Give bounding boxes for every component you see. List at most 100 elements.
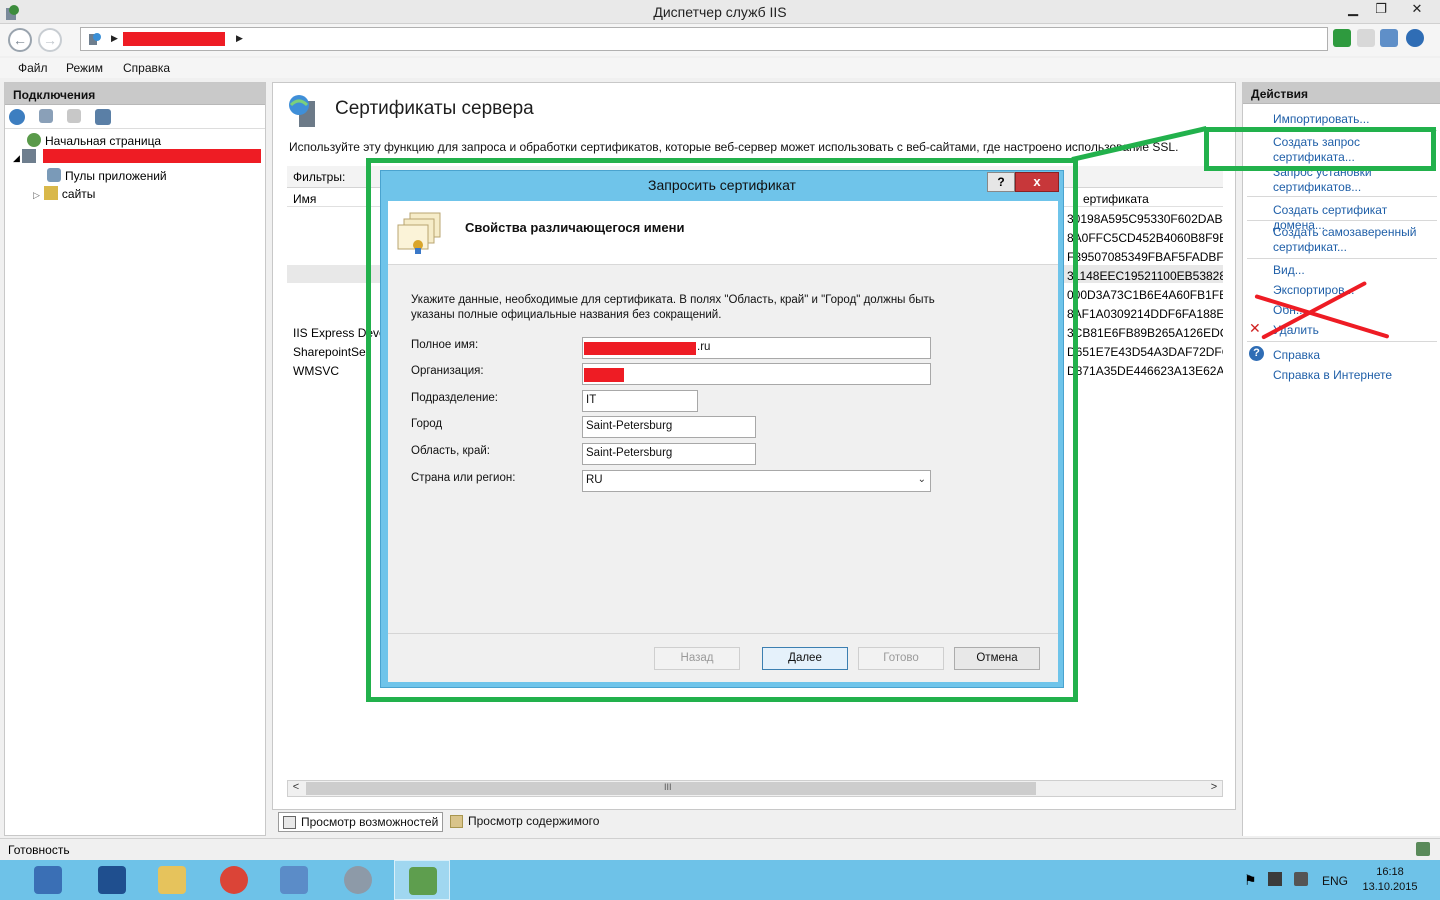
action-create-self-signed[interactable]: Создать самозаверенный сертификат... <box>1273 225 1423 255</box>
taskbar-iis-manager[interactable] <box>394 860 450 900</box>
status-text: Готовность <box>8 843 70 857</box>
redacted-server-label <box>43 149 261 163</box>
divider <box>1247 258 1437 259</box>
maximize-button[interactable]: ❐ <box>1368 0 1394 20</box>
action-online-help[interactable]: Справка в Интернете <box>1273 368 1392 383</box>
server-certificates-icon <box>289 95 315 127</box>
disconnect-icon[interactable] <box>95 109 111 125</box>
connection-status-icon <box>1416 842 1430 856</box>
explorer-icon <box>158 866 186 894</box>
forward-button[interactable]: → <box>38 28 62 52</box>
status-bar: Готовность <box>0 838 1440 860</box>
taskbar-control-panel[interactable] <box>266 860 322 900</box>
page-title: Сертификаты сервера <box>335 98 534 119</box>
tree-sites[interactable]: ▷ сайты <box>33 186 95 201</box>
page-description: Используйте эту функцию для запроса и об… <box>289 140 1179 154</box>
window-title: Диспетчер служб IIS <box>653 4 787 20</box>
address-bar: ← → ▶ ▶ <box>0 24 1440 56</box>
breadcrumb-arrow-icon[interactable]: ▶ <box>236 33 243 44</box>
hash-column: 30198A595C95330F602DAB4 8A0FFC5CD452B406… <box>1067 209 1223 389</box>
iis-icon <box>409 867 437 895</box>
back-button[interactable]: ← <box>8 28 32 52</box>
row-hash[interactable]: 8AF1A0309214DDF6FA188E <box>1067 307 1223 321</box>
actions-panel: Действия Импортировать... Создать запрос… <box>1242 82 1440 836</box>
actions-header: Действия <box>1243 82 1440 104</box>
column-hash-header[interactable]: ертификата <box>1083 192 1149 206</box>
flag-icon[interactable]: ⚑ <box>1244 872 1257 889</box>
chrome-icon <box>220 866 248 894</box>
tree-start-page[interactable]: Начальная страница <box>27 133 161 148</box>
divider <box>1247 220 1437 221</box>
clock[interactable]: 16:18 13.10.2015 <box>1360 865 1420 895</box>
clock-date: 13.10.2015 <box>1362 881 1418 893</box>
language-indicator[interactable]: ENG <box>1322 874 1348 888</box>
row-name[interactable]: SharepointSel <box>293 345 368 359</box>
title-bar: Диспетчер служб IIS ▁ ❐ ✕ <box>0 0 1440 24</box>
refresh-icon[interactable] <box>1333 29 1351 47</box>
connect-icon[interactable] <box>9 109 25 125</box>
home-icon[interactable] <box>1380 29 1398 47</box>
row-hash[interactable]: D651E7E43D54A3DAF72DFC <box>1067 345 1223 359</box>
stop-icon[interactable] <box>1357 29 1375 47</box>
taskbar: ⚑ ENG 16:18 13.10.2015 <box>0 860 1440 900</box>
sites-folder-icon <box>43 186 58 200</box>
taskbar-server-manager[interactable] <box>20 860 76 900</box>
menu-file[interactable]: Файл <box>18 61 48 75</box>
content-view-icon <box>450 815 463 828</box>
action-help[interactable]: Справка <box>1273 348 1320 363</box>
scroll-left-icon[interactable]: < <box>288 781 304 793</box>
filter-label: Фильтры: <box>293 170 346 184</box>
row-hash[interactable]: D871A35DE446623A13E62A1 <box>1067 364 1223 378</box>
volume-icon[interactable] <box>1294 872 1308 886</box>
tab-features-view[interactable]: Просмотр возможностей <box>278 812 444 832</box>
help-icon[interactable] <box>1406 29 1424 47</box>
tree-app-pools[interactable]: Пулы приложений <box>47 168 167 183</box>
close-window-button[interactable]: ✕ <box>1394 0 1440 20</box>
control-panel-icon <box>280 866 308 894</box>
annotation-action-highlight <box>1204 127 1436 171</box>
address-field[interactable]: ▶ ▶ <box>80 27 1328 51</box>
action-view[interactable]: Вид... <box>1273 263 1305 278</box>
connections-toolbar <box>5 105 265 129</box>
help-icon: ? <box>1249 346 1264 361</box>
clock-time: 16:18 <box>1376 866 1404 878</box>
gear-icon <box>344 866 372 894</box>
start-page-icon <box>27 133 41 147</box>
server-manager-icon <box>34 866 62 894</box>
column-name-header[interactable]: Имя <box>293 192 316 206</box>
save-icon[interactable] <box>39 109 53 123</box>
row-hash[interactable]: F39507085349FBAF5FADBFD <box>1067 250 1223 264</box>
row-hash[interactable]: 000D3A73C1B6E4A60FB1FB <box>1067 288 1223 302</box>
tab-content-view[interactable]: Просмотр содержимого <box>446 812 603 832</box>
expand-arrow-icon[interactable]: ◢ <box>13 153 20 163</box>
row-hash[interactable]: 30198A595C95330F602DAB4 <box>1067 212 1223 226</box>
delete-icon: ✕ <box>1249 320 1261 336</box>
up-icon[interactable] <box>67 109 81 123</box>
taskbar-settings[interactable] <box>330 860 386 900</box>
taskbar-powershell[interactable] <box>84 860 140 900</box>
menu-help[interactable]: Справка <box>123 61 170 75</box>
scroll-right-icon[interactable]: > <box>1206 781 1222 793</box>
annotation-dialog-highlight <box>366 158 1078 702</box>
server-icon <box>21 149 36 163</box>
network-icon[interactable] <box>1268 872 1282 886</box>
row-hash[interactable]: 3CB81E6FB89B265A126EDC4 <box>1067 326 1223 340</box>
taskbar-explorer[interactable] <box>144 860 200 900</box>
tree-server-node[interactable]: ◢ <box>13 149 40 164</box>
menu-bar: Файл Режим Справка <box>0 58 1440 78</box>
app-pools-icon <box>47 168 61 182</box>
menu-view[interactable]: Режим <box>66 61 103 75</box>
scroll-thumb[interactable]: III <box>306 782 1036 795</box>
taskbar-chrome[interactable] <box>206 860 262 900</box>
powershell-icon <box>98 866 126 894</box>
row-name[interactable]: WMSVC <box>293 364 339 378</box>
expand-arrow-icon[interactable]: ▷ <box>33 190 40 200</box>
action-import[interactable]: Импортировать... <box>1273 112 1369 127</box>
row-hash[interactable]: 31148EEC19521100EB53828B <box>1067 269 1223 283</box>
row-hash[interactable]: 8A0FFC5CD452B4060B8F9E <box>1067 231 1223 245</box>
minimize-button[interactable]: ▁ <box>1340 0 1366 20</box>
connections-header: Подключения <box>5 83 265 105</box>
connections-panel: Подключения Начальная страница ◢ Пулы пр… <box>4 82 266 836</box>
horizontal-scrollbar[interactable]: < III > <box>287 780 1223 797</box>
server-icon <box>89 33 101 45</box>
